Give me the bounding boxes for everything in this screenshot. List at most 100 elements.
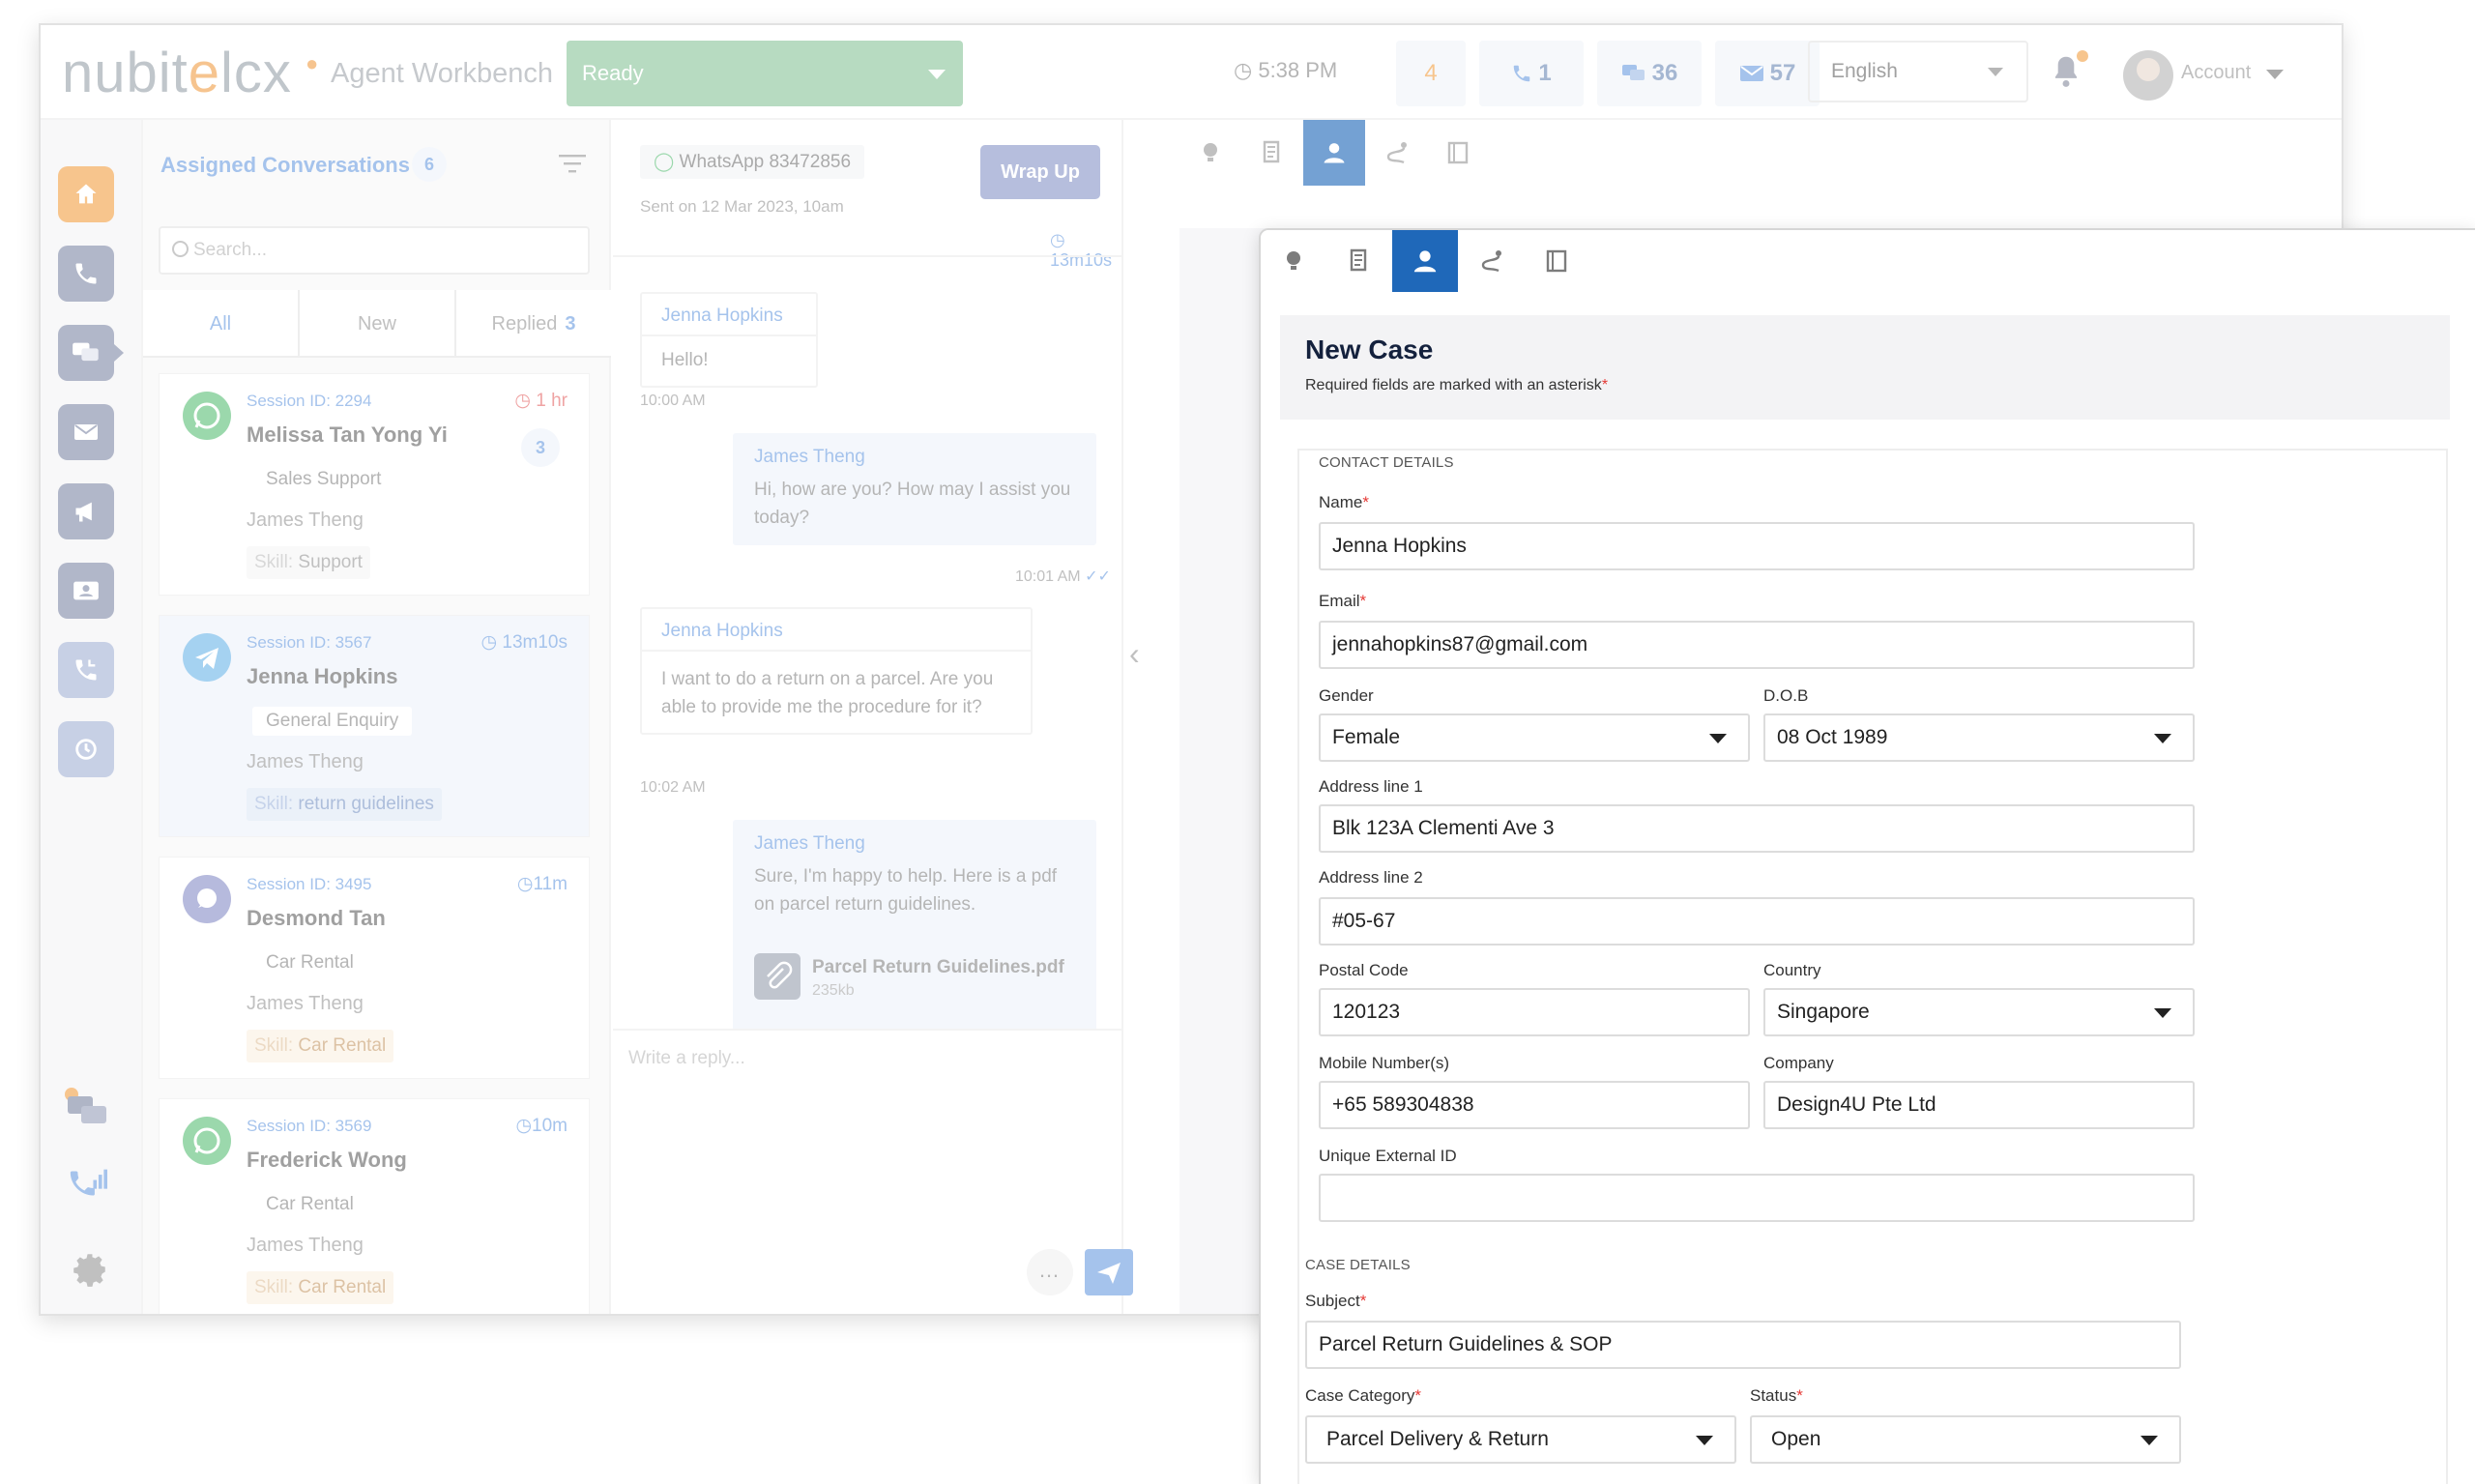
emails-counter[interactable]: 57 — [1715, 41, 1820, 106]
reply-box[interactable]: Write a reply... … — [613, 1029, 1133, 1314]
sidebar-item-chats[interactable] — [58, 325, 114, 381]
status-select[interactable]: Open — [1750, 1415, 2181, 1464]
tab-replied[interactable]: Replied 3 — [456, 290, 611, 356]
chevron-down-icon — [2140, 1436, 2158, 1445]
sidebar-item-history[interactable] — [58, 721, 114, 777]
dob-select[interactable]: 08 Oct 1989 — [1763, 713, 2195, 762]
tab-journey[interactable] — [1458, 230, 1524, 292]
book-icon — [1546, 249, 1567, 273]
language-select[interactable]: English — [1808, 41, 2028, 102]
send-button[interactable] — [1085, 1249, 1133, 1295]
filter-icon[interactable] — [559, 153, 586, 179]
message-bubble-outgoing: James Theng Hi, how are you? How may I a… — [733, 433, 1096, 545]
skill-tag: Skill: Car Rental — [247, 1030, 394, 1062]
avatar[interactable] — [2123, 50, 2173, 101]
external-id-field[interactable] — [1319, 1174, 2195, 1222]
home-icon — [75, 184, 97, 204]
postal-code-field[interactable]: 120123 — [1319, 988, 1750, 1036]
name-label: Name* — [1319, 493, 1369, 512]
queue-chip: Car Rental — [252, 1190, 367, 1219]
conversation-card-selected[interactable]: Session ID: 3567 ◷ 13m10s Jenna Hopkins … — [159, 615, 590, 837]
sidebar-item-emails[interactable] — [58, 404, 114, 460]
status-label: Status* — [1750, 1386, 1803, 1406]
case-details-heading: CASE DETAILS — [1305, 1257, 1411, 1273]
tab-suggestions[interactable] — [1179, 120, 1241, 186]
settings-icon[interactable] — [70, 1249, 110, 1295]
session-id: Session ID: 3569 — [247, 1117, 372, 1135]
call-stats-icon[interactable] — [66, 1166, 110, 1209]
case-category-select[interactable]: Parcel Delivery & Return — [1305, 1415, 1736, 1464]
queue-counter[interactable]: 4 — [1396, 41, 1466, 106]
conversation-card[interactable]: Session ID: 3569 ◷10m Frederick Wong Car… — [159, 1098, 590, 1314]
address-line-1-label: Address line 1 — [1319, 777, 1423, 796]
address-line-2-label: Address line 2 — [1319, 868, 1423, 887]
required-asterisk: * — [1796, 1386, 1803, 1405]
chat-bubbles-icon[interactable] — [62, 1087, 112, 1136]
message-list: Jenna Hopkins Hello! 10:00 AM James Then… — [613, 255, 1121, 1029]
tab-scripts[interactable] — [1241, 120, 1303, 186]
agent-name: James Theng — [247, 751, 364, 772]
tab-suggestions[interactable] — [1261, 230, 1326, 292]
app-name: Agent Workbench — [331, 58, 553, 89]
postal-code-label: Postal Code — [1319, 961, 1409, 979]
calls-counter[interactable]: 1 — [1479, 41, 1584, 106]
email-icon — [1739, 66, 1763, 81]
address-line-1-field[interactable]: Blk 123A Clementi Ave 3 — [1319, 804, 2195, 853]
clock-icon: ◷ — [516, 874, 534, 894]
chevron-down-icon[interactable] — [2266, 70, 2284, 79]
conversation-card[interactable]: Session ID: 3495 ◷11m Desmond Tan Car Re… — [159, 857, 590, 1079]
contact-card-icon — [73, 581, 99, 600]
tab-all[interactable]: All — [143, 290, 300, 356]
sidebar-item-contacts[interactable] — [58, 563, 114, 619]
tab-journey[interactable] — [1365, 120, 1427, 186]
whatsapp-icon — [183, 1117, 231, 1165]
agent-name: James Theng — [247, 1235, 364, 1256]
new-case-header: New Case Required fields are marked with… — [1280, 315, 2450, 420]
address-line-2-field[interactable]: #05-67 — [1319, 897, 2195, 946]
callback-icon — [75, 659, 97, 681]
subject-field[interactable]: Parcel Return Guidelines & SOP — [1305, 1321, 2181, 1369]
customer-name: Melissa Tan Yong Yi — [247, 422, 448, 447]
tab-scripts[interactable] — [1326, 230, 1392, 292]
tab-customer[interactable] — [1392, 230, 1458, 292]
tab-knowledge[interactable] — [1524, 230, 1589, 292]
more-options-button[interactable]: … — [1027, 1249, 1073, 1295]
conversation-count-badge: 6 — [412, 147, 447, 182]
message-time: 10:00 AM — [640, 393, 706, 409]
sidebar-item-callbacks[interactable] — [58, 642, 114, 698]
sidebar-item-home[interactable] — [58, 166, 114, 222]
message-time: 10:02 AM — [640, 779, 706, 796]
tab-customer[interactable] — [1303, 120, 1365, 186]
reply-input[interactable]: Write a reply... — [628, 1048, 745, 1069]
subject-label: Subject* — [1305, 1292, 1366, 1311]
clock: ◷ 5:38 PM — [1234, 58, 1337, 83]
gender-select[interactable]: Female — [1319, 713, 1750, 762]
contact-details-heading: CONTACT DETAILS — [1319, 454, 1454, 471]
attachment-name[interactable]: Parcel Return Guidelines.pdf — [812, 957, 1064, 978]
skill-tag: Skill: return guidelines — [247, 788, 442, 821]
name-field[interactable]: Jenna Hopkins — [1319, 522, 2195, 570]
account-label[interactable]: Account — [2181, 62, 2251, 84]
mobile-field[interactable]: +65 589304838 — [1319, 1081, 1750, 1129]
country-select[interactable]: Singapore — [1763, 988, 2195, 1036]
notification-bell[interactable] — [2050, 50, 2088, 94]
tab-knowledge[interactable] — [1427, 120, 1489, 186]
chats-counter[interactable]: 36 — [1597, 41, 1702, 106]
agent-status-dropdown[interactable]: Ready — [567, 41, 963, 106]
message-text: I want to do a return on a parcel. Are y… — [661, 669, 994, 717]
script-icon — [1263, 140, 1280, 163]
collapse-chevron-icon[interactable]: ‹ — [1129, 636, 1140, 672]
status-value: Open — [1771, 1428, 1821, 1450]
history-icon — [75, 739, 97, 760]
sidebar-item-campaigns[interactable] — [58, 483, 114, 539]
conversation-card[interactable]: Session ID: 2294 ◷ 1 hr Melissa Tan Yong… — [159, 373, 590, 596]
tab-new[interactable]: New — [300, 290, 456, 356]
email-field[interactable]: jennahopkins87@gmail.com — [1319, 621, 2195, 669]
wrap-up-button[interactable]: Wrap Up — [980, 145, 1100, 199]
user-icon — [1324, 143, 1345, 163]
company-field[interactable]: Design4U Pte Ltd — [1763, 1081, 2195, 1129]
script-icon — [1350, 248, 1367, 272]
assigned-conversations-panel: Assigned Conversations 6 Search... All N… — [143, 120, 611, 1314]
search-input[interactable]: Search... — [159, 226, 590, 275]
sidebar-item-calls[interactable] — [58, 246, 114, 302]
